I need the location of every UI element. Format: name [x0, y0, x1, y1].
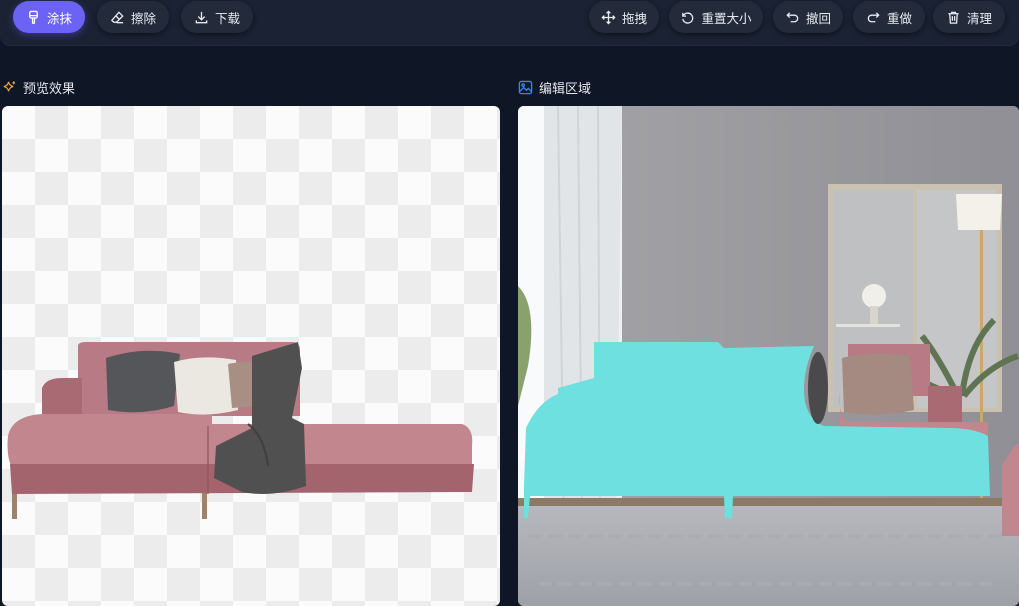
- image-icon: [518, 80, 533, 94]
- undo-label: 撤回: [805, 10, 831, 26]
- preview-title: 预览效果: [2, 78, 76, 97]
- toolbar: 涂抹 擦除 下载 拖拽 重置大小 撤回 重做 清理: [0, 0, 1019, 46]
- download-label: 下载: [214, 10, 240, 26]
- download-icon: [195, 11, 208, 23]
- preview-title-label: 预览效果: [23, 81, 76, 97]
- erase-button[interactable]: 擦除: [97, 1, 169, 33]
- preview-canvas: [2, 106, 500, 606]
- redo-label: 重做: [886, 10, 912, 26]
- erase-label: 擦除: [130, 10, 156, 26]
- reset-size-label: 重置大小: [701, 10, 752, 26]
- room-photo-image: [518, 106, 1019, 606]
- clear-label: 清理: [966, 10, 992, 26]
- eraser-icon: [110, 10, 124, 23]
- undo-icon: [786, 11, 799, 22]
- sofa-cutout-image: [7, 342, 474, 519]
- clear-button[interactable]: 清理: [933, 1, 1005, 33]
- sparkle-icon: [3, 80, 16, 91]
- brush-icon: [29, 10, 38, 24]
- rotate-icon: [682, 11, 694, 24]
- paint-button[interactable]: 涂抹: [13, 1, 85, 33]
- drag-button[interactable]: 拖拽: [589, 1, 659, 33]
- editor-canvas[interactable]: [518, 106, 1019, 606]
- paint-label: 涂抹: [46, 10, 72, 26]
- drag-label: 拖拽: [621, 10, 647, 26]
- download-button[interactable]: 下载: [181, 1, 253, 33]
- editor-title-label: 编辑区域: [539, 81, 592, 97]
- redo-icon: [867, 11, 880, 22]
- reset-size-button[interactable]: 重置大小: [669, 1, 763, 33]
- move-icon: [601, 9, 616, 25]
- redo-button[interactable]: 重做: [853, 1, 925, 33]
- trash-icon: [948, 11, 959, 24]
- editor-title: 编辑区域: [518, 78, 592, 97]
- undo-button[interactable]: 撤回: [773, 1, 843, 33]
